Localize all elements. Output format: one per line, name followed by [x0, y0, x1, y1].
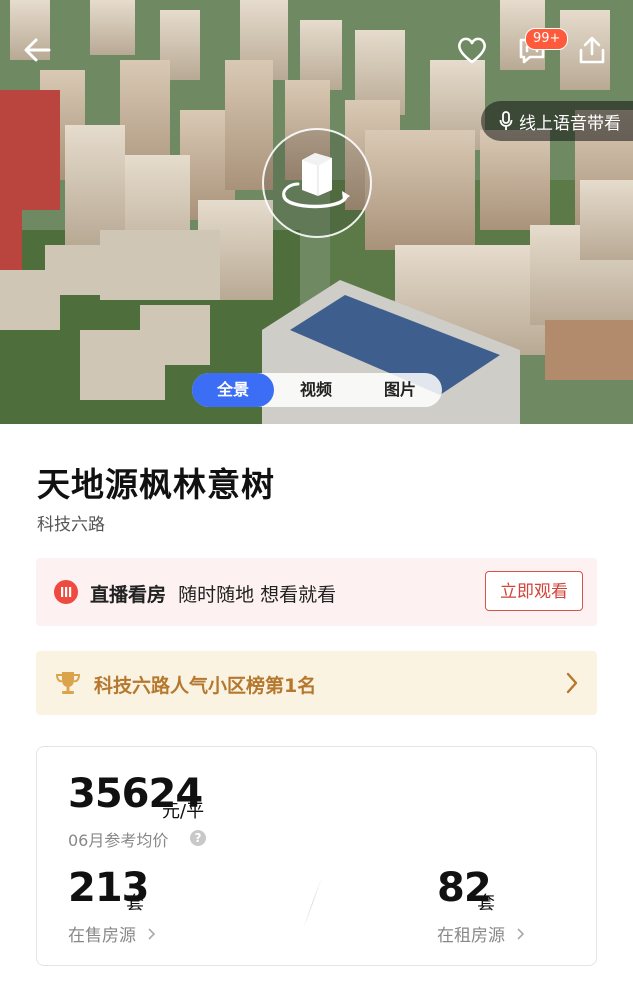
voice-guide-label: 线上语音带看 [519, 113, 621, 134]
chevron-right-icon [566, 672, 578, 694]
live-text: 直播看房 随时随地 想看就看 [90, 580, 336, 607]
price-stats-card: 35624 元/平 06月参考均价 ? 213 套 在售房源 82 套 在租房源 [36, 746, 597, 966]
tab-photos[interactable]: 图片 [358, 373, 442, 407]
tab-video[interactable]: 视频 [274, 373, 358, 407]
watch-now-button[interactable]: 立即观看 [485, 571, 583, 611]
favorite-button[interactable] [452, 30, 492, 70]
chevron-right-icon [517, 928, 525, 940]
microphone-icon [499, 111, 513, 130]
for-sale-unit: 套 [126, 893, 144, 914]
community-name: 天地源枫林意树 [37, 465, 275, 504]
3d-cube-rotate-icon [282, 153, 350, 209]
trophy-icon [55, 672, 81, 694]
for-rent-unit: 套 [477, 893, 495, 914]
live-title: 直播看房 [90, 584, 167, 606]
vr-panorama-button[interactable] [262, 128, 372, 238]
share-icon [579, 36, 605, 64]
live-viewing-banner[interactable]: 直播看房 随时随地 想看就看 立即观看 [36, 558, 597, 626]
chevron-right-icon [148, 928, 156, 940]
average-price-unit: 元/平 [162, 801, 205, 822]
rank-text: 科技六路人气小区榜第1名 [94, 675, 317, 697]
average-price-label: 06月参考均价 [68, 831, 169, 850]
help-icon[interactable]: ? [190, 830, 206, 846]
community-road: 科技六路 [37, 515, 105, 535]
for-sale-label: 在售房源 [68, 926, 136, 946]
for-rent-label: 在租房源 [437, 926, 505, 946]
message-count-badge: 99+ [525, 28, 569, 50]
media-tab-bar: 全景 视频 图片 [192, 373, 442, 407]
share-button[interactable] [572, 30, 612, 70]
divider [302, 876, 323, 930]
for-rent-link[interactable]: 在租房源 [437, 921, 526, 946]
live-icon [54, 580, 78, 604]
for-sale-link[interactable]: 在售房源 [68, 921, 157, 946]
live-slogan: 随时随地 想看就看 [178, 584, 337, 606]
voice-guide-button[interactable]: 线上语音带看 [481, 101, 633, 141]
back-button[interactable] [18, 30, 58, 70]
popularity-rank-banner[interactable]: 科技六路人气小区榜第1名 [36, 651, 597, 715]
hero-panorama-image[interactable]: 99+ 线上语音带看 全景 视频 图片 [0, 0, 633, 424]
tab-panorama[interactable]: 全景 [192, 373, 274, 407]
arrow-left-icon [24, 38, 51, 62]
heart-icon [458, 37, 486, 64]
